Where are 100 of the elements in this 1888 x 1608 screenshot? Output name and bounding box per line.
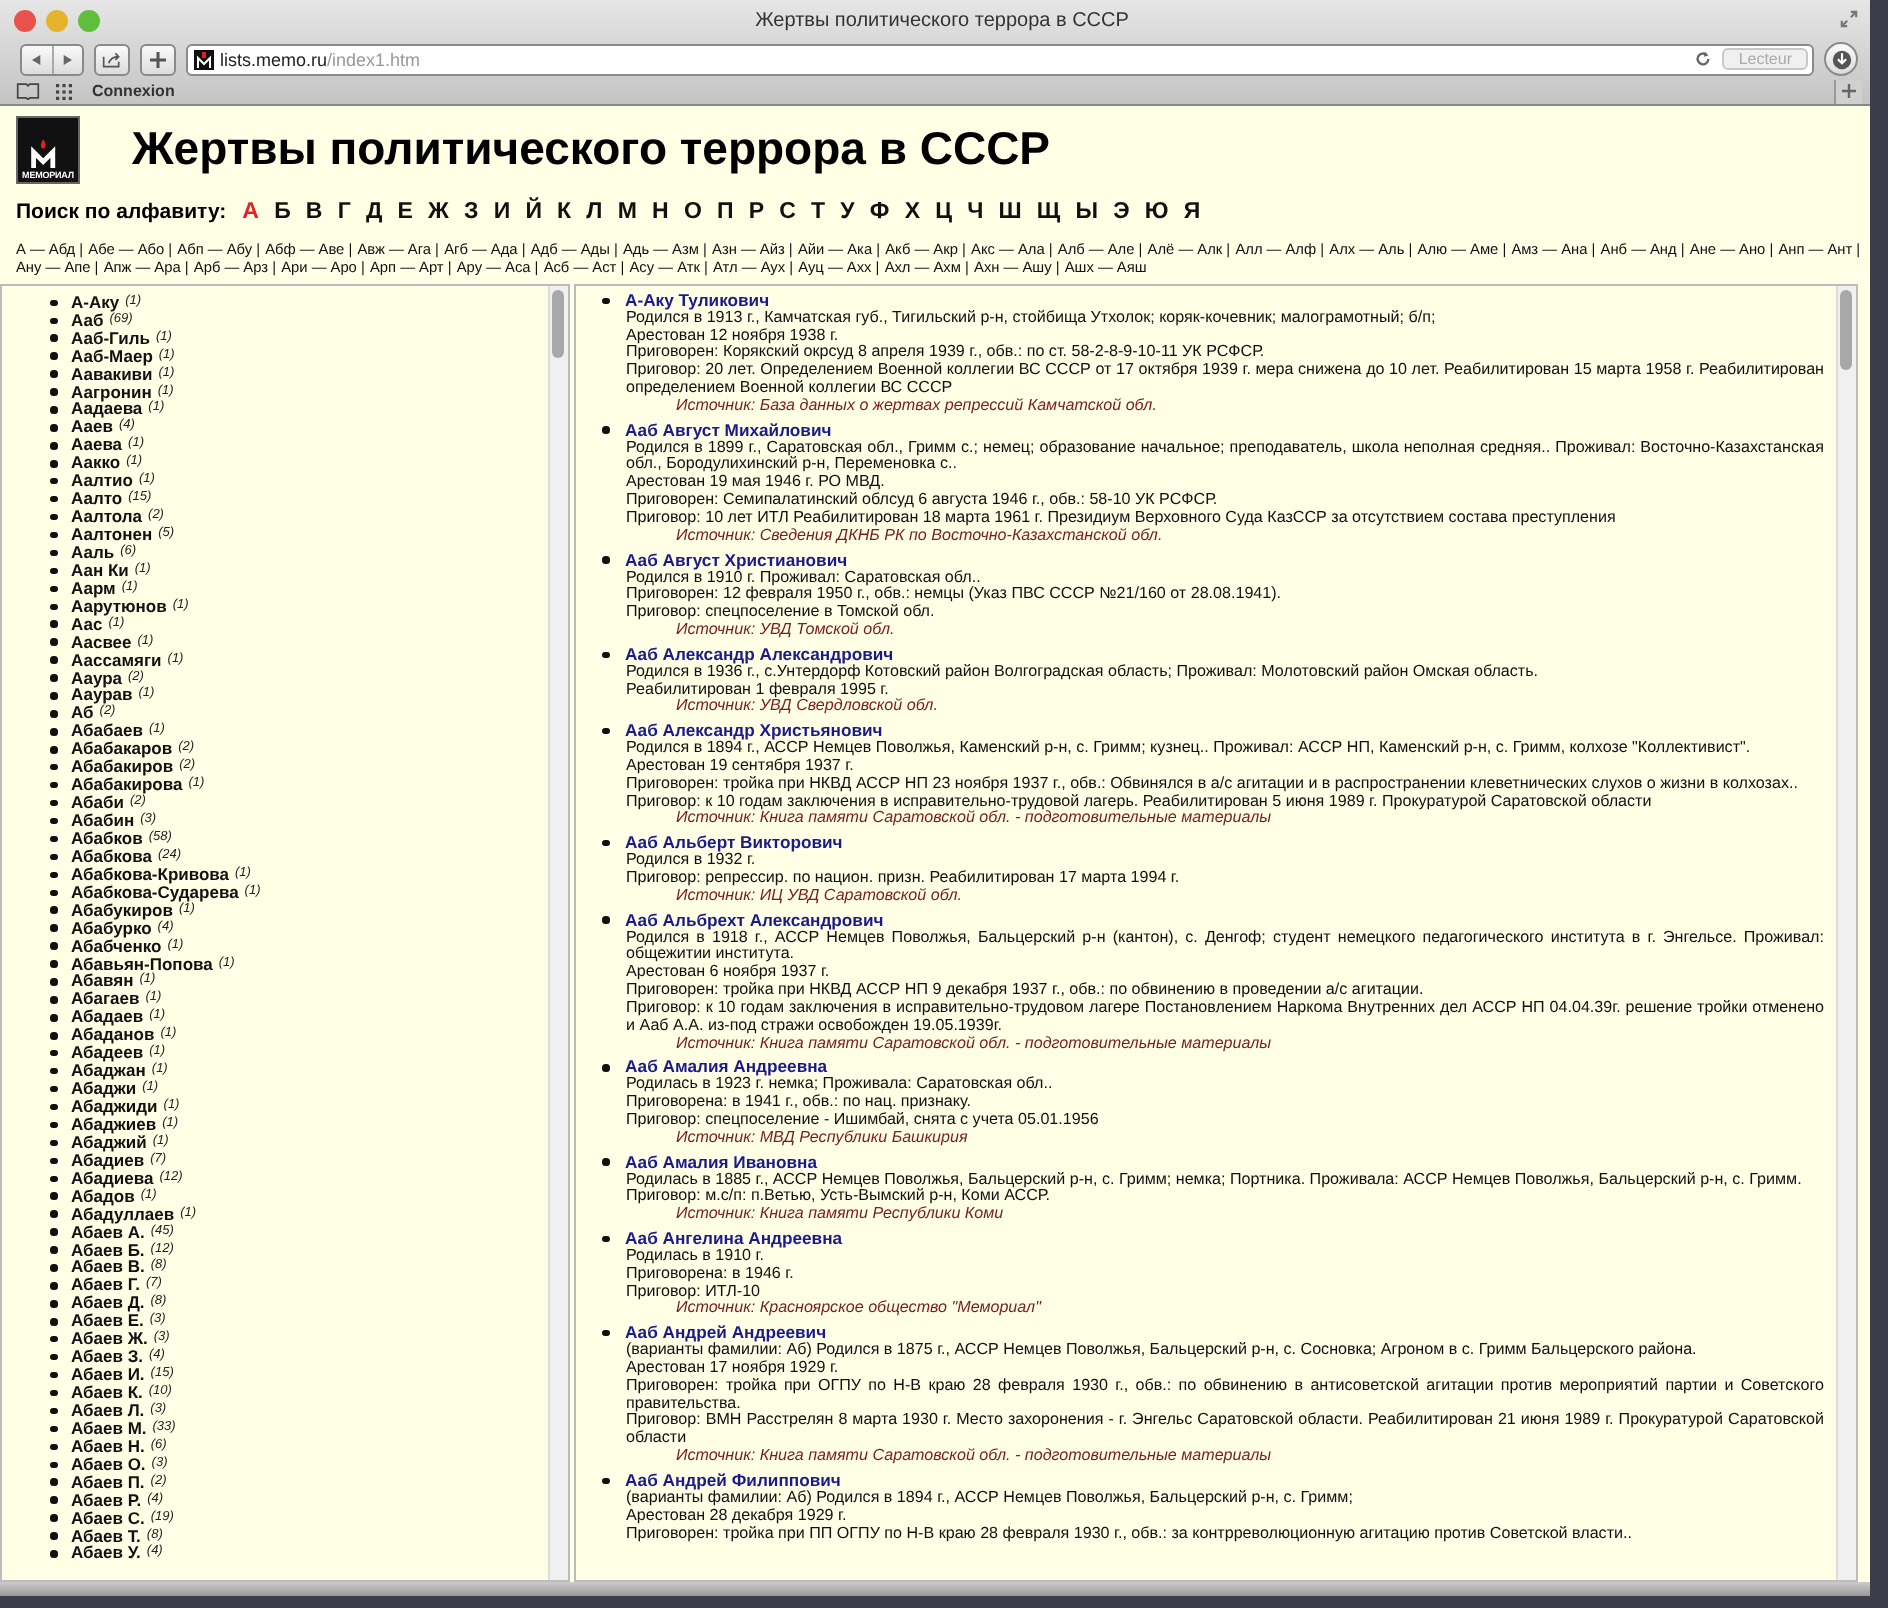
letter-link[interactable]: Ы: [1075, 199, 1099, 224]
scroll-thumb[interactable]: [552, 289, 564, 358]
letter-link[interactable]: Л: [586, 199, 603, 224]
letter-link[interactable]: Ц: [935, 199, 952, 224]
surname-link[interactable]: Аадаева: [71, 400, 143, 419]
scrollbar[interactable]: [548, 285, 568, 1580]
letter-link[interactable]: Щ: [1036, 199, 1061, 224]
surname-link[interactable]: Аавакиви: [71, 365, 153, 384]
surname-link[interactable]: Абаев Б.: [71, 1241, 145, 1259]
person-link[interactable]: А-Аку Туликович: [625, 291, 770, 310]
surname-link[interactable]: Аас: [71, 615, 103, 634]
surname-link[interactable]: Абаджиди: [71, 1098, 158, 1116]
scrollbar[interactable]: [1836, 285, 1856, 1580]
letter-link[interactable]: Ю: [1144, 199, 1169, 224]
letter-link[interactable]: Е: [397, 199, 413, 224]
new-tab-button[interactable]: [1834, 79, 1862, 103]
surname-link[interactable]: Абаев Е.: [71, 1312, 144, 1331]
surname-link[interactable]: Абаданов: [71, 1026, 155, 1045]
surname-link[interactable]: Абаев Л.: [71, 1401, 145, 1420]
person-link[interactable]: Ааб Амалия Ивановна: [625, 1153, 817, 1171]
surname-link[interactable]: Аалтонен: [71, 526, 153, 544]
surname-link[interactable]: Ааурав: [71, 686, 133, 705]
person-link[interactable]: Ааб Амалия Андреевна: [625, 1058, 828, 1077]
person-link[interactable]: Ааб Александр Христьянович: [625, 722, 883, 741]
surname-link[interactable]: Абаев С.: [71, 1509, 145, 1528]
surname-link[interactable]: Абаджиев: [71, 1115, 157, 1134]
letter-link[interactable]: Н: [652, 199, 669, 224]
letter-link[interactable]: У: [840, 199, 855, 224]
surname-link[interactable]: Абаев К.: [71, 1384, 143, 1402]
surname-link[interactable]: Абабченко: [71, 937, 162, 956]
surname-link[interactable]: Абадаев: [71, 1008, 144, 1027]
surname-link[interactable]: Абаев М.: [71, 1419, 147, 1438]
surname-link[interactable]: Аасвее: [71, 633, 132, 652]
person-link[interactable]: Ааб Август Михайлович: [625, 421, 832, 440]
surname-link[interactable]: Ааев: [71, 418, 113, 437]
letter-link[interactable]: Т: [811, 199, 826, 224]
surname-link[interactable]: А-Аку: [71, 293, 120, 312]
surname-link[interactable]: Абабкова-Кривова: [71, 865, 230, 884]
surname-link[interactable]: Ааль: [71, 543, 115, 562]
letter-link[interactable]: Ч: [967, 199, 984, 224]
surname-link[interactable]: Ааб-Маер: [71, 347, 153, 366]
surname-link[interactable]: Абабакирова: [71, 776, 183, 795]
surname-link[interactable]: Абабкова-Сударева: [71, 883, 239, 902]
address-field[interactable]: lists.memo.ru/index1.htm Lecteur: [186, 43, 1814, 75]
surname-link[interactable]: Абадиев: [71, 1151, 145, 1170]
surname-link[interactable]: Абадеев: [71, 1044, 144, 1063]
surname-link[interactable]: Абабукиров: [71, 901, 173, 920]
surname-link[interactable]: Аалто: [71, 490, 123, 509]
surname-link[interactable]: Абаджи: [71, 1080, 137, 1099]
surname-link[interactable]: Аан Ки: [71, 561, 129, 580]
letter-link[interactable]: Б: [274, 199, 291, 224]
close-icon[interactable]: [14, 9, 36, 31]
person-link[interactable]: Ааб Альберт Викторович: [625, 834, 843, 853]
surname-link[interactable]: Аалтола: [71, 508, 143, 527]
surname-link[interactable]: Абаби: [71, 794, 124, 813]
letter-link[interactable]: Ф: [869, 199, 890, 224]
letter-link[interactable]: Ш: [998, 199, 1022, 224]
surname-link[interactable]: Абаев А.: [71, 1223, 145, 1242]
download-button[interactable]: [1824, 42, 1858, 76]
letter-link[interactable]: А: [242, 199, 259, 224]
surname-link[interactable]: Абабин: [71, 812, 135, 830]
surname-link[interactable]: Абадиева: [71, 1169, 154, 1188]
letter-link[interactable]: О: [683, 199, 702, 224]
surname-link[interactable]: Аалтио: [71, 472, 133, 491]
surname-link[interactable]: Абабакаров: [71, 740, 173, 759]
letter-link[interactable]: Д: [365, 199, 383, 224]
surname-link[interactable]: Ааб: [71, 311, 104, 330]
surname-link[interactable]: Абагаев: [71, 990, 140, 1009]
letter-link[interactable]: Э: [1113, 199, 1130, 224]
surname-link[interactable]: Ааб-Гиль: [71, 329, 151, 348]
person-link[interactable]: Ааб Андрей Филиппович: [625, 1472, 841, 1490]
surname-link[interactable]: Абаев В.: [71, 1258, 145, 1277]
bookmark-link[interactable]: Connexion: [92, 82, 175, 100]
surname-link[interactable]: Аарутюнов: [71, 597, 167, 616]
surname-link[interactable]: Аб: [71, 704, 94, 723]
surname-link[interactable]: Абадов: [71, 1187, 135, 1206]
fullscreen-icon[interactable]: [1840, 10, 1858, 28]
surname-link[interactable]: Абаев З.: [71, 1348, 144, 1367]
letter-link[interactable]: М: [617, 199, 637, 224]
letter-link[interactable]: С: [779, 199, 796, 224]
letter-link[interactable]: П: [716, 199, 734, 224]
surname-link[interactable]: Абаев Г.: [71, 1276, 140, 1295]
letter-link[interactable]: Р: [748, 199, 765, 224]
letter-link[interactable]: И: [493, 199, 511, 224]
person-link[interactable]: Ааб Андрей Андреевич: [625, 1324, 827, 1343]
surname-link[interactable]: Абаев П.: [71, 1473, 145, 1492]
surname-link[interactable]: Аассамяги: [71, 651, 162, 670]
letter-link[interactable]: К: [557, 199, 572, 224]
letter-link[interactable]: Х: [904, 199, 920, 224]
surname-link[interactable]: Абабакиров: [71, 758, 174, 777]
surname-link[interactable]: Абавян: [71, 972, 134, 991]
letter-link[interactable]: Й: [525, 199, 542, 224]
surname-link[interactable]: Абаев Т.: [71, 1527, 141, 1545]
letter-link[interactable]: Г: [337, 199, 351, 224]
surname-link[interactable]: Абаев О.: [71, 1455, 146, 1474]
scroll-thumb[interactable]: [1840, 289, 1852, 370]
surname-link[interactable]: Абаджан: [71, 1062, 146, 1081]
surname-link[interactable]: Аарм: [71, 579, 116, 598]
letter-link[interactable]: З: [464, 199, 479, 224]
surname-link[interactable]: Абаев У.: [71, 1544, 141, 1563]
